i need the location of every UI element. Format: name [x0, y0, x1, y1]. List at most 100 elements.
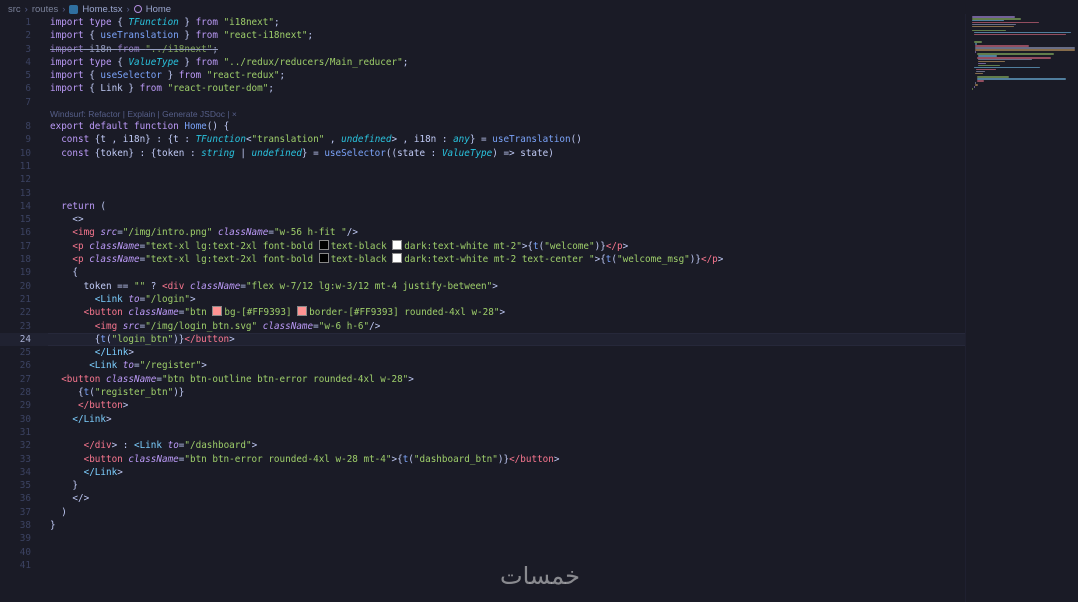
code-text[interactable]: <p className="text-xl lg:text-2xl font-b…: [50, 239, 628, 253]
line-number: 22: [19, 307, 31, 319]
code-text[interactable]: {t("register_btn")}: [50, 386, 184, 399]
code-editor[interactable]: 1 import type { TFunction } from "i18next…: [0, 16, 965, 572]
breadcrumb-symbol[interactable]: Home: [146, 4, 171, 15]
code-line: 11: [0, 160, 965, 173]
code-text[interactable]: </div> : <Link to="/dashboard">: [50, 439, 258, 452]
minimap-line: [976, 68, 996, 71]
line-number: 23: [19, 320, 31, 332]
line-number: 34: [19, 466, 31, 478]
code-text[interactable]: <button className="btn btn-outline btn-e…: [50, 373, 414, 386]
minimap-line: [972, 29, 1006, 32]
code-line: 19 {: [0, 266, 965, 279]
code-text[interactable]: ): [50, 506, 67, 519]
code-text[interactable]: import type { TFunction } from "i18next"…: [50, 16, 280, 29]
symbol-function-icon: [133, 5, 142, 13]
minimap-line: [972, 25, 1014, 28]
code-line: 4 import type { ValueType } from "../redu…: [0, 56, 965, 69]
code-text[interactable]: {t("login_btn")}</button>: [50, 333, 235, 346]
minimap[interactable]: [968, 14, 1078, 96]
code-text[interactable]: token == "" ? <div className="flex w-7/1…: [50, 280, 498, 293]
breadcrumb-file[interactable]: Home.tsx: [82, 4, 122, 15]
code-line: 20 token == "" ? <div className="flex w-…: [0, 280, 965, 293]
code-text[interactable]: </Link>: [50, 346, 134, 359]
code-text[interactable]: return (: [50, 200, 106, 213]
line-number: 21: [19, 293, 31, 305]
line-number: 37: [19, 506, 31, 518]
line-number: 35: [19, 480, 31, 492]
line-number: 2: [25, 30, 31, 42]
tsx-file-icon: [69, 4, 79, 14]
code-line: 16 <img src="/img/intro.png" className="…: [0, 226, 965, 239]
line-number: 10: [19, 147, 31, 159]
code-line: 10 const {token} : {token : string | und…: [0, 147, 965, 160]
code-text[interactable]: <button className="btn bg-[#FF9393] bord…: [50, 306, 505, 319]
code-text[interactable]: <p className="text-xl lg:text-2xl font-b…: [50, 253, 723, 266]
code-text[interactable]: const {token} : {token : string | undefi…: [50, 147, 554, 160]
line-number: 1: [25, 17, 31, 28]
line-number: 39: [19, 533, 31, 545]
codelens-actions[interactable]: Windsurf: Refactor | Explain | Generate …: [50, 109, 237, 120]
code-text[interactable]: <Link to="/login">: [50, 293, 196, 306]
line-number: 18: [19, 254, 31, 266]
code-line: 26 <Link to="/register">: [0, 359, 965, 372]
color-swatch[interactable]: [212, 306, 223, 317]
code-text[interactable]: }: [50, 479, 78, 492]
code-line-current[interactable]: 24 {t("login_btn")}</button>: [0, 332, 965, 347]
color-swatch[interactable]: [318, 239, 329, 250]
line-number: 30: [19, 413, 31, 425]
code-text[interactable]: <img src="/img/login_btn.svg" className=…: [50, 320, 381, 333]
line-number: 32: [19, 440, 31, 452]
chevron-right-icon: ›: [24, 3, 28, 15]
code-text[interactable]: </>: [50, 492, 89, 505]
minimap-line: [975, 72, 983, 75]
line-number: 3: [25, 43, 31, 55]
code-text[interactable]: </button>: [50, 399, 128, 412]
code-text[interactable]: </Link>: [50, 413, 111, 426]
code-text[interactable]: <>: [50, 213, 83, 226]
breadcrumb-src[interactable]: src: [8, 4, 21, 15]
code-text[interactable]: import i18n from "../i18next";: [50, 43, 218, 56]
code-text[interactable]: </Link>: [50, 466, 123, 479]
color-swatch[interactable]: [297, 306, 308, 317]
line-number: 36: [19, 493, 31, 505]
codelens[interactable]: Windsurf: Refactor | Explain | Generate …: [0, 109, 965, 120]
code-line: 8 export default function Home() {: [0, 120, 965, 133]
code-line: 25 </Link>: [0, 346, 965, 359]
breadcrumb-routes[interactable]: routes: [32, 4, 58, 15]
code-text[interactable]: export default function Home() {: [50, 120, 229, 133]
code-text[interactable]: import { useTranslation } from "react-i1…: [50, 29, 313, 42]
code-line: 28 {t("register_btn")}: [0, 386, 965, 399]
code-text[interactable]: }: [50, 519, 56, 532]
code-text[interactable]: import type { ValueType } from "../redux…: [50, 56, 408, 69]
code-line: 17 <p className="text-xl lg:text-2xl fon…: [0, 239, 965, 253]
code-line: 36 </>: [0, 492, 965, 505]
color-swatch[interactable]: [392, 239, 403, 250]
code-line: 9 const {t , i18n} : {t : TFunction<"tra…: [0, 133, 965, 146]
code-line: 33 <button className="btn btn-error roun…: [0, 453, 965, 466]
code-line: 3 import i18n from "../i18next";: [0, 43, 965, 56]
line-number: 31: [19, 426, 31, 438]
code-text[interactable]: <button className="btn btn-error rounded…: [50, 453, 560, 466]
minimap-line: [976, 80, 985, 82]
line-number: 9: [25, 134, 31, 146]
minimap-line: [975, 49, 1076, 51]
code-text[interactable]: {: [50, 266, 78, 279]
color-swatch[interactable]: [392, 253, 403, 264]
line-number: 25: [19, 347, 31, 359]
code-text[interactable]: import { Link } from "react-router-dom";: [50, 82, 274, 95]
line-number: 12: [19, 174, 31, 186]
code-line: 38}: [0, 519, 965, 532]
chevron-right-icon: ›: [126, 3, 130, 15]
color-swatch[interactable]: [318, 253, 329, 264]
code-text[interactable]: import { useSelector } from "react-redux…: [50, 69, 285, 82]
minimap-line: [976, 78, 1067, 80]
code-line: 32 </div> : <Link to="/dashboard">: [0, 439, 965, 452]
line-number: 11: [19, 160, 31, 172]
code-text[interactable]: <img src="/img/intro.png" className="w-5…: [50, 226, 358, 239]
code-line: 18 <p className="text-xl lg:text-2xl fon…: [0, 253, 965, 266]
code-text[interactable]: <Link to="/register">: [50, 359, 207, 372]
line-number: 28: [19, 387, 31, 399]
code-line: 2 import { useTranslation } from "react-i…: [0, 29, 965, 42]
minimap-line: [973, 33, 1066, 36]
code-text[interactable]: const {t , i18n} : {t : TFunction<"trans…: [50, 133, 582, 146]
